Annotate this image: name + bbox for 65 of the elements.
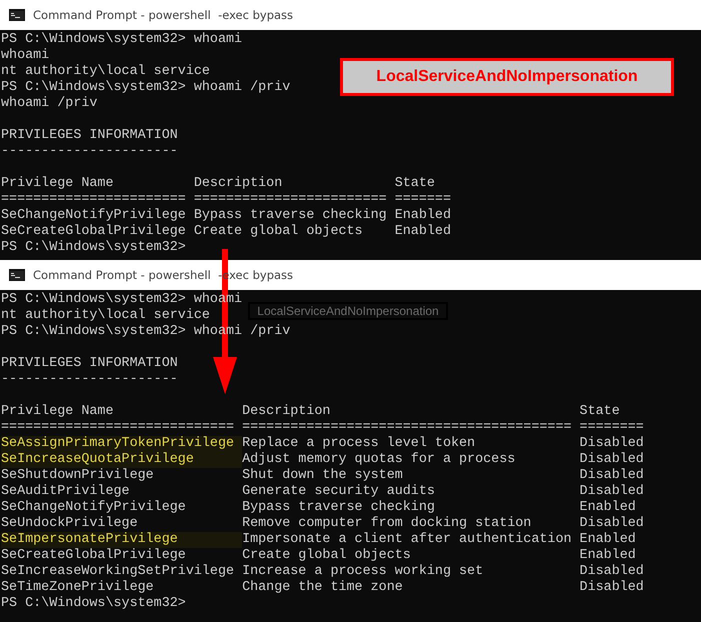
privilege-name: SeShutdownPrivilege [1,468,154,483]
privilege-state: Disabled [580,452,645,468]
privilege-name: SeIncreaseQuotaPrivilege [1,452,194,467]
column-header: State [394,176,436,192]
column-header: Description [242,404,332,420]
terminal-icon [9,269,25,281]
column-header: Description [194,176,284,192]
window-title: Command Prompt - powershell -exec bypass [33,8,294,22]
privilege-name: SeCreateGlobalPrivilege [1,224,186,239]
column-separator: ======================== [194,192,388,208]
section-heading: PRIVILEGES INFORMATION [1,356,178,371]
console-line: whoami /priv [1,96,98,111]
privilege-description: Create global objects [194,224,364,240]
column-separator: ========================================= [242,420,573,436]
privilege-name: SeAssignPrimaryTokenPrivilege [1,436,234,451]
column-separator: ======= [394,192,452,208]
column-separator: ======================= [1,192,187,208]
console-line: nt authority\local service [1,64,210,79]
privilege-state: Disabled [580,484,645,500]
console-line: PS C:\Windows\system32> whoami [1,32,242,47]
privilege-state: Enabled [580,532,637,548]
privilege-state: Disabled [580,516,645,532]
privilege-description: Replace a process level token [242,436,476,452]
terminal-icon [9,9,25,21]
privilege-description: Bypass traverse checking [194,208,388,224]
privilege-state: Enabled [580,548,637,564]
column-header: State [580,404,621,420]
privilege-description: Increase a process working set [242,564,484,580]
privilege-name: SeUndockPrivilege [1,516,138,531]
privilege-state: Disabled [580,468,645,484]
console-line: whoami [1,48,50,63]
privilege-name: SeIncreaseWorkingSetPrivilege [1,564,234,579]
privilege-name: SeTimeZonePrivilege [1,580,154,595]
privilege-description: Remove computer from docking station [242,516,532,532]
privilege-description: Adjust memory quotas for a process [242,452,516,468]
console-prompt: PS C:\Windows\system32> [1,240,186,255]
privilege-name: SeImpersonatePrivilege [1,532,178,547]
console-line: PS C:\Windows\system32> whoami /priv [1,80,290,95]
column-separator: ============================= [1,420,236,436]
privilege-name: SeChangeNotifyPrivilege [1,500,186,515]
privilege-description: Bypass traverse checking [242,500,436,516]
privilege-description: Generate security audits [242,484,436,500]
privilege-name: SeChangeNotifyPrivilege [1,208,186,223]
privilege-description: Impersonate a client after authentication [242,532,573,548]
privilege-description: Create global objects [242,548,412,564]
annotation-label: LocalServiceAndNoImpersonation [248,302,448,320]
privilege-state: Enabled [394,208,452,224]
section-rule: ---------------------- [1,144,178,159]
column-header: Privilege Name [1,404,114,420]
privilege-state: Disabled [580,564,645,580]
column-separator: ======== [580,420,645,436]
privilege-description: Shut down the system [242,468,404,484]
console-prompt: PS C:\Windows\system32> [1,596,186,611]
annotation-label: LocalServiceAndNoImpersonation [340,58,674,96]
privilege-state: Enabled [394,224,452,240]
privilege-name: SeCreateGlobalPrivilege [1,548,186,563]
section-heading: PRIVILEGES INFORMATION [1,128,178,143]
privilege-name: SeAuditPrivilege [1,484,130,499]
column-header: Privilege Name [1,176,114,192]
privilege-description: Change the time zone [242,580,404,596]
privilege-state: Disabled [580,580,645,596]
console-line: nt authority\local service [1,308,210,323]
section-rule: ---------------------- [1,372,178,387]
privilege-state: Disabled [580,436,645,452]
privilege-state: Enabled [580,500,637,516]
